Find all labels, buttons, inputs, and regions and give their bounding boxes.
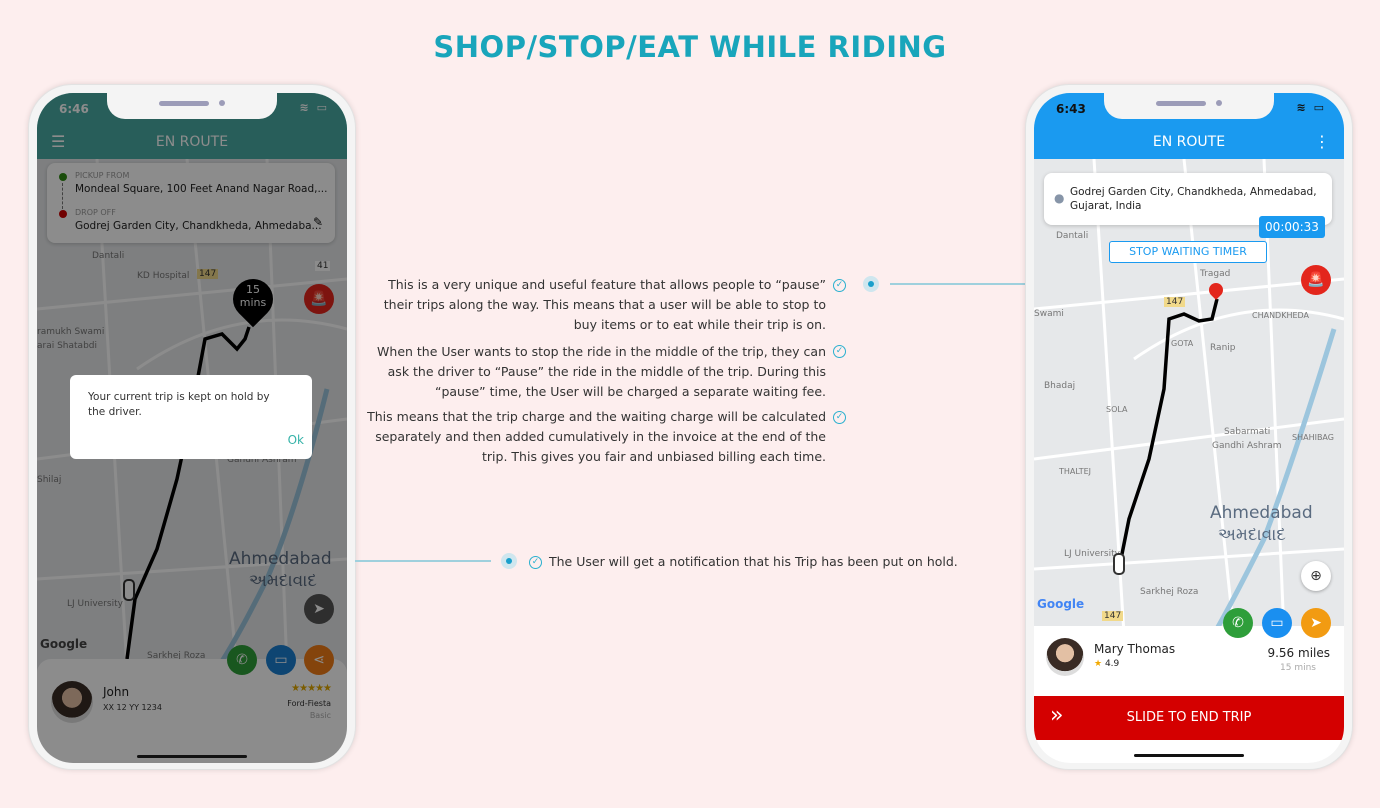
right-phone: 6:43 ≋ ▭ EN ROUTE ⋮ Dantali Tragad CHAND… [1025, 84, 1353, 770]
left-screen: 6:46 ≋ ▭ ☰ EN ROUTE KD Hospital Dantali … [37, 93, 347, 763]
more-options-icon[interactable]: ⋮ [1314, 125, 1330, 159]
feature-text-2: When the User wants to stop the ride in … [377, 344, 826, 399]
header-title: EN ROUTE [1152, 134, 1226, 150]
rider-name: Mary Thomas [1094, 642, 1176, 656]
connector-line [890, 283, 1026, 285]
page-title: SHOP/STOP/EAT WHILE RIDING [433, 30, 947, 64]
check-circle-icon: ✓ [833, 279, 846, 292]
status-time: 6:43 [1056, 102, 1086, 116]
map-label: SHAHIBAG [1292, 433, 1334, 442]
end-trip-label: SLIDE TO END TRIP [1126, 710, 1252, 725]
call-icon[interactable]: ✆ [1223, 608, 1253, 638]
app-header: EN ROUTE ⋮ [1034, 125, 1344, 159]
rider-rating: ★ 4.9 [1094, 659, 1120, 669]
map-label: અમદાવાદ [1218, 525, 1286, 545]
feature-text-3: This means that the trip charge and the … [367, 409, 826, 464]
map-label: THALTEJ [1059, 467, 1092, 476]
highway-badge: 147 [1164, 297, 1186, 307]
car-icon [1113, 553, 1125, 575]
map-label: Bhadaj [1044, 381, 1076, 391]
destination-address: Godrej Garden City, Chandkheda, Ahmedaba… [1070, 186, 1317, 212]
map-label: Sarkhej Roza [1140, 587, 1199, 597]
star-icon: ★ [1094, 659, 1103, 669]
location-pin-icon: ● [1054, 191, 1065, 205]
map-label: LJ University [1064, 549, 1120, 559]
notch [1104, 93, 1274, 119]
connector-line [355, 560, 491, 562]
map-label: Dantali [1056, 231, 1089, 241]
map-label: GOTA [1171, 339, 1194, 348]
map-label: Gandhi Ashram [1212, 441, 1282, 451]
map-label: Ranip [1210, 343, 1236, 353]
map-label: Swami [1034, 309, 1064, 319]
map[interactable]: Dantali Tragad CHANDKHEDA Swami GOTA Ran… [1034, 159, 1344, 634]
check-circle-icon: ✓ [833, 345, 846, 358]
map-label: Sabarmati [1224, 427, 1271, 437]
map-label: Ahmedabad [1210, 503, 1313, 523]
feature-text-1: This is a very unique and useful feature… [383, 277, 826, 332]
dialog-message: Your current trip is kept on hold by the… [88, 391, 270, 418]
home-indicator [1134, 754, 1244, 757]
map-label: Tragad [1200, 269, 1231, 279]
hold-dialog: Your current trip is kept on hold by the… [70, 375, 312, 459]
google-logo: Google [1037, 597, 1085, 611]
stop-waiting-timer-button[interactable]: STOP WAITING TIMER [1109, 241, 1267, 263]
waiting-timer: 00:00:33 [1259, 216, 1325, 238]
rider-avatar [1046, 638, 1084, 676]
connector-dot [501, 553, 517, 569]
right-screen: 6:43 ≋ ▭ EN ROUTE ⋮ Dantali Tragad CHAND… [1034, 93, 1344, 763]
slide-to-end-trip[interactable]: » SLIDE TO END TRIP [1034, 696, 1344, 740]
notch [107, 93, 277, 119]
rider-panel: ✆ ▭ ➤ Mary Thomas ★ 4.9 9.56 miles 15 mi… [1034, 608, 1344, 763]
dialog-ok-button[interactable]: Ok [288, 433, 304, 447]
chat-icon[interactable]: ▭ [1262, 608, 1292, 638]
trip-duration: 15 mins [1280, 663, 1316, 673]
sos-alarm-icon[interactable]: 🚨 [1301, 265, 1331, 295]
my-location-icon[interactable]: ⊕ [1301, 561, 1331, 591]
notification-note: The User will get a notification that hi… [549, 554, 958, 569]
check-circle-icon: ✓ [833, 411, 846, 424]
wifi-battery-icon: ≋ ▭ [1296, 101, 1326, 114]
map-label: SOLA [1106, 405, 1128, 414]
left-phone: 6:46 ≋ ▭ ☰ EN ROUTE KD Hospital Dantali … [28, 84, 356, 770]
connector-dot [863, 276, 879, 292]
navigate-arrow-icon[interactable]: ➤ [1301, 608, 1331, 638]
map-label: CHANDKHEDA [1252, 311, 1310, 320]
trip-distance: 9.56 miles [1267, 646, 1330, 660]
check-circle-icon: ✓ [529, 556, 542, 569]
highway-badge: 147 [1102, 611, 1124, 621]
